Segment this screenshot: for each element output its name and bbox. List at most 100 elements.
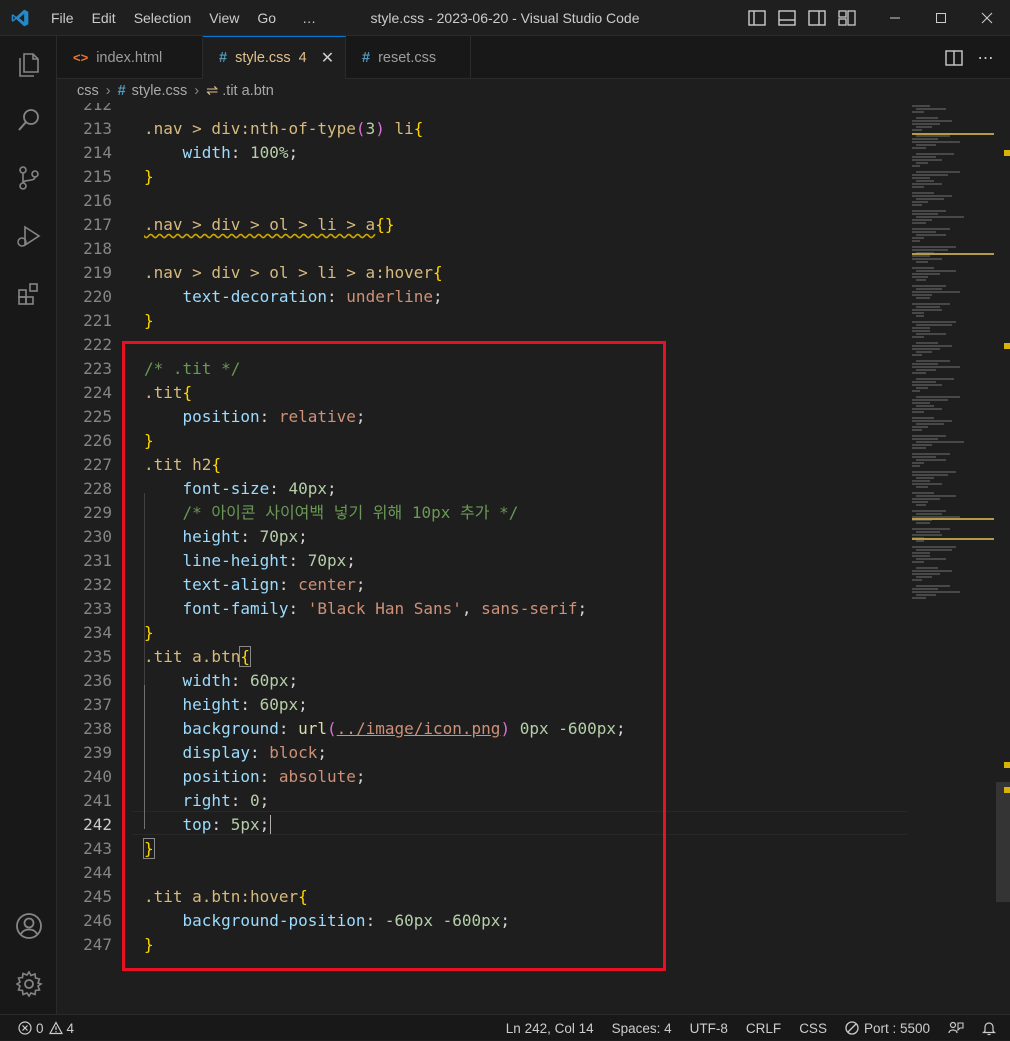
close-tab-icon[interactable]: ✕ xyxy=(321,48,334,68)
minimap-line xyxy=(916,522,930,524)
breadcrumb-file[interactable]: style.css xyxy=(132,83,188,99)
code-line: 239 display: block; xyxy=(83,743,328,762)
minimap-line xyxy=(912,111,924,113)
account-icon[interactable] xyxy=(0,902,57,950)
minimap-line xyxy=(916,396,960,398)
minimap-line xyxy=(912,186,924,188)
tab-label: reset.css xyxy=(378,49,437,66)
minimap-line xyxy=(916,333,946,335)
toggle-panel-icon[interactable] xyxy=(772,0,802,36)
encoding[interactable]: UTF-8 xyxy=(690,1021,728,1036)
minimap-line xyxy=(916,576,932,578)
code-line: 240 position: absolute; xyxy=(83,767,366,786)
minimap-line xyxy=(916,126,932,128)
minimap-line xyxy=(912,447,926,449)
minimap-line xyxy=(912,588,938,590)
menu-edit[interactable]: Edit xyxy=(83,0,125,36)
minimap-line xyxy=(912,510,946,512)
minimap-line xyxy=(912,123,940,125)
minimap-line xyxy=(912,240,920,242)
minimap-line xyxy=(912,174,948,176)
activity-bar xyxy=(0,36,57,1014)
customize-layout-icon[interactable] xyxy=(832,0,862,36)
code-line: 224 .tit{ xyxy=(83,383,193,402)
tab-label: index.html xyxy=(96,49,163,66)
minimap-line xyxy=(912,597,926,599)
minimap-line xyxy=(912,165,920,167)
minimap-line xyxy=(912,453,950,455)
code-line: 232 text-align: center; xyxy=(83,575,366,594)
minimap-line xyxy=(916,594,936,596)
cursor-position[interactable]: Ln 242, Col 14 xyxy=(506,1021,594,1036)
minimap-line xyxy=(912,438,938,440)
minimap-line xyxy=(916,198,944,200)
minimap-line xyxy=(912,546,956,548)
minimap-line xyxy=(916,387,928,389)
breadcrumb-folder[interactable]: css xyxy=(77,83,99,99)
minimap-line xyxy=(912,417,934,419)
maximize-button[interactable] xyxy=(918,0,964,36)
feedback-icon[interactable] xyxy=(948,1021,964,1035)
minimize-button[interactable] xyxy=(872,0,918,36)
tab-style-css[interactable]: # style.css 4 ✕ xyxy=(203,36,346,79)
notifications-bell-icon[interactable] xyxy=(982,1021,996,1036)
code-line: 243} xyxy=(83,838,155,859)
tab-index-html[interactable]: <> index.html xyxy=(57,36,203,79)
menu-file[interactable]: File xyxy=(42,0,83,36)
toggle-primary-sidebar-icon[interactable] xyxy=(742,0,772,36)
minimap-line xyxy=(912,213,938,215)
minimap-line xyxy=(912,528,950,530)
minimap-line xyxy=(912,480,930,482)
search-icon[interactable] xyxy=(0,96,57,144)
code-editor[interactable]: 212 213 .nav > div:nth-of-type(3) li{ 214… xyxy=(57,103,1010,1014)
settings-gear-icon[interactable] xyxy=(0,960,57,1008)
tab-reset-css[interactable]: # reset.css xyxy=(346,36,471,79)
minimap-line xyxy=(912,381,936,383)
menu-more[interactable]: … xyxy=(293,0,325,36)
extensions-icon[interactable] xyxy=(0,270,57,318)
minimap-line xyxy=(912,435,946,437)
minimap-line xyxy=(912,129,922,131)
minimap-line xyxy=(912,183,942,185)
end-of-line[interactable]: CRLF xyxy=(746,1021,781,1036)
indentation[interactable]: Spaces: 4 xyxy=(612,1021,672,1036)
minimap-line xyxy=(912,237,924,239)
minimap-line xyxy=(912,456,936,458)
source-control-icon[interactable] xyxy=(0,154,57,202)
editor-actions: ⋯ xyxy=(938,36,1002,79)
minimap-line xyxy=(916,342,938,344)
warning-squiggle: .nav > div > ol > li > a xyxy=(144,215,376,234)
symbol-icon: ⇌ xyxy=(206,83,219,99)
overview-ruler-warning xyxy=(1004,343,1010,349)
code-line: 213 .nav > div:nth-of-type(3) li{ xyxy=(83,119,424,138)
live-server-port[interactable]: Port : 5500 xyxy=(845,1021,930,1036)
minimap-line xyxy=(912,390,920,392)
minimap-line xyxy=(916,405,934,407)
code-line: 225 position: relative; xyxy=(83,407,366,426)
toggle-secondary-sidebar-icon[interactable] xyxy=(802,0,832,36)
split-editor-icon[interactable] xyxy=(938,49,970,66)
more-actions-icon[interactable]: ⋯ xyxy=(970,48,1002,68)
tab-label: style.css xyxy=(235,50,291,66)
minimap-line xyxy=(912,591,960,593)
breadcrumb-symbol[interactable]: .tit a.btn xyxy=(222,83,274,99)
minimap-line xyxy=(912,465,920,467)
minimap-line xyxy=(916,369,936,371)
menu-selection[interactable]: Selection xyxy=(125,0,201,36)
minimap-line xyxy=(912,408,942,410)
status-bar: 0 4 Ln 242, Col 14 Spaces: 4 UTF-8 CRLF … xyxy=(0,1014,1010,1040)
menu-go[interactable]: Go xyxy=(248,0,285,36)
minimap-line xyxy=(912,249,948,251)
problems-indicator[interactable]: 0 4 xyxy=(18,1015,74,1041)
minimap-line xyxy=(912,492,934,494)
menu-view[interactable]: View xyxy=(200,0,248,36)
minimap[interactable] xyxy=(908,103,1010,1014)
run-debug-icon[interactable] xyxy=(0,212,57,260)
code-line: 246 background-position: -60px -600px; xyxy=(83,911,511,930)
close-window-button[interactable] xyxy=(964,0,1010,36)
minimap-line xyxy=(916,549,952,551)
language-mode[interactable]: CSS xyxy=(799,1021,827,1036)
explorer-icon[interactable] xyxy=(0,40,57,88)
minimap-highlight xyxy=(912,133,994,135)
scrollbar-thumb[interactable] xyxy=(996,782,1010,902)
